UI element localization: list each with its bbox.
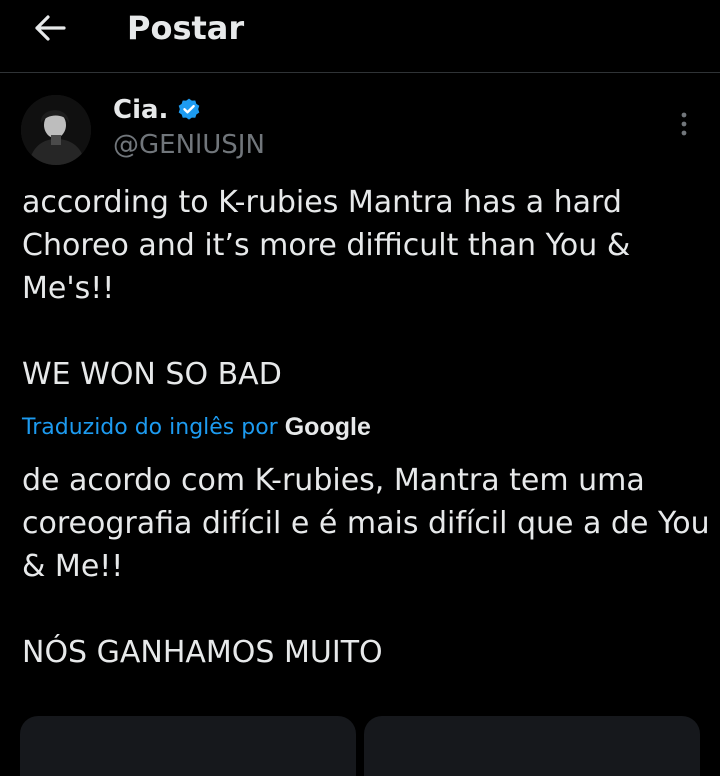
more-vertical-icon xyxy=(681,112,687,136)
author-display-name[interactable]: Cia. xyxy=(113,95,168,125)
translated-post-text: de acordo com K-rubies, Mantra tem uma c… xyxy=(22,463,710,670)
arrow-left-icon xyxy=(35,15,66,41)
post-text: according to K-rubies Mantra has a hard … xyxy=(22,185,631,392)
avatar-image xyxy=(21,95,91,165)
translation-attribution: Traduzido do inglês por Google xyxy=(22,410,371,444)
author-handle[interactable]: @GENlUSJN xyxy=(113,128,265,162)
verified-badge-icon xyxy=(179,98,200,120)
author-name-row: Cia. xyxy=(113,92,202,128)
google-logo: Google xyxy=(284,412,371,441)
top-bar: Postar xyxy=(0,0,720,73)
more-options-button[interactable] xyxy=(664,104,704,144)
back-button[interactable] xyxy=(28,8,72,48)
media-card-right[interactable] xyxy=(364,716,700,776)
avatar[interactable] xyxy=(21,95,91,165)
translation-label[interactable]: Traduzido do inglês por xyxy=(22,415,278,440)
media-card-left[interactable] xyxy=(20,716,356,776)
page-title: Postar xyxy=(127,9,245,47)
